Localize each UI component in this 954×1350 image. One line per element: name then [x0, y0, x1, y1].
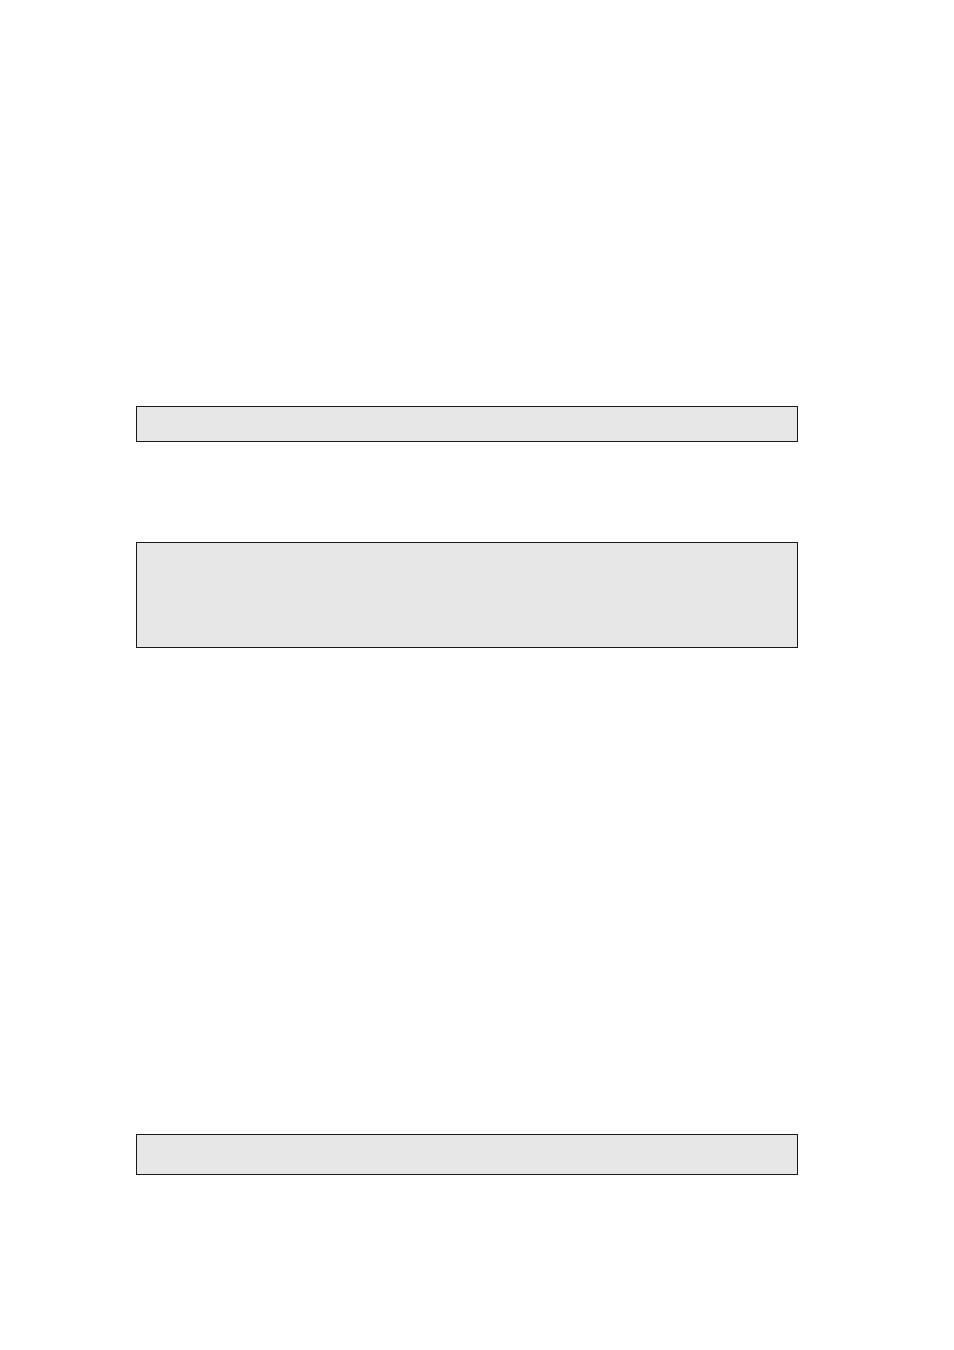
- document-page: [0, 0, 954, 1350]
- placeholder-box-1: [136, 406, 798, 442]
- placeholder-box-3: [136, 1134, 798, 1175]
- placeholder-box-2: [136, 542, 798, 648]
